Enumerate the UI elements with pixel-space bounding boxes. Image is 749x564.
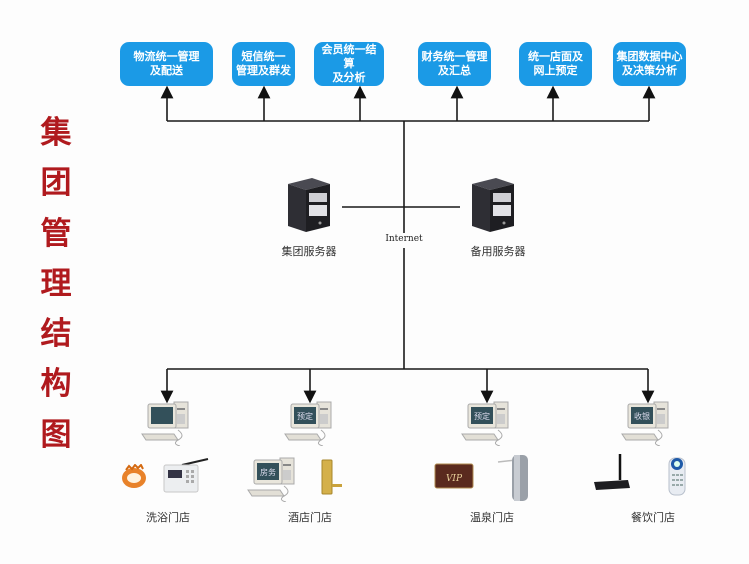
terminal-computer-icon: 收银 [621, 401, 669, 446]
server-icon [472, 178, 514, 232]
box-datacenter: 集团数据中心 及决策分析 [613, 42, 686, 86]
terminal-computer-icon: 预定 [461, 401, 509, 446]
server-label-main: 集团服务器 [281, 245, 337, 258]
vip-card-icon: VIP [434, 463, 474, 489]
turnstile-icon [497, 455, 528, 501]
wireless-router-icon [594, 454, 630, 490]
box-finance: 财务统一管理 及汇总 [418, 42, 491, 86]
store-label-dining: 餐饮门店 [631, 511, 675, 524]
server-icon [288, 178, 330, 232]
store-label-bath: 洗浴门店 [146, 511, 190, 524]
box-storefront: 统一店面及 网上预定 [519, 42, 592, 86]
terminal-computer-icon [141, 401, 189, 446]
box-logistics: 物流统一管理 及配送 [120, 42, 213, 86]
wristband-key-icon [122, 464, 146, 488]
diagram-title: 集团管理结构图 [40, 115, 72, 453]
terminal-screen-text: 房务 [260, 467, 276, 477]
alarm-keypad-icon [163, 458, 209, 493]
terminal-screen-text: 收银 [634, 411, 650, 421]
handheld-terminal-icon [668, 457, 686, 496]
box-sms: 短信统一 管理及群发 [232, 42, 295, 86]
terminal-screen-text: 预定 [474, 411, 490, 421]
box-member: 会员统一结算 及分析 [314, 42, 384, 86]
server-label-backup: 备用服务器 [470, 245, 526, 258]
front-desk-computer-icon: 房务 [247, 457, 295, 502]
store-label-hotel: 酒店门店 [288, 511, 332, 524]
store-label-spa: 温泉门店 [470, 511, 514, 524]
terminal-screen-text: 预定 [297, 411, 313, 421]
vip-card-text: VIP [446, 474, 463, 484]
terminal-computer-icon: 预定 [284, 401, 332, 446]
door-lock-icon [321, 459, 342, 495]
internet-label: Internet [383, 234, 425, 244]
